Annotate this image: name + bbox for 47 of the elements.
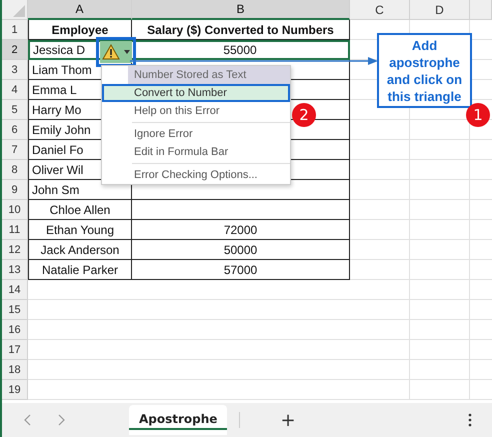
table-cell: Natalie Parker	[28, 260, 132, 280]
row-header[interactable]: 3	[2, 60, 28, 80]
more-icon[interactable]	[468, 413, 472, 427]
column-header[interactable]: D	[410, 0, 470, 20]
row-header[interactable]: 17	[2, 340, 28, 360]
row-header[interactable]: 10	[2, 200, 28, 220]
caret-icon	[124, 50, 130, 54]
table-cell: Jack Anderson	[28, 240, 132, 260]
table-cell: Ethan Young	[28, 220, 132, 240]
row-header[interactable]: 5	[2, 100, 28, 120]
select-all-icon[interactable]	[13, 5, 25, 17]
row-header[interactable]: 18	[2, 360, 28, 380]
row-header[interactable]: 15	[2, 300, 28, 320]
next-sheet-icon[interactable]	[57, 414, 65, 426]
column-header[interactable]: A	[28, 0, 132, 20]
previous-sheet-icon[interactable]	[24, 414, 32, 426]
table-cell: 72000	[132, 220, 350, 240]
table-cell: 55000	[132, 40, 350, 60]
column-header[interactable]: B	[132, 0, 350, 20]
row-header[interactable]: 16	[2, 320, 28, 340]
add-sheet-button[interactable]: +	[276, 410, 300, 430]
menu-item[interactable]: Convert to Number	[102, 84, 290, 102]
row-header[interactable]: 12	[2, 240, 28, 260]
row-header[interactable]: 2	[2, 40, 28, 60]
row-header[interactable]: 6	[2, 120, 28, 140]
row-header[interactable]: 11	[2, 220, 28, 240]
row-header[interactable]: 7	[2, 140, 28, 160]
menu-heading: Number Stored as Text	[128, 66, 290, 84]
row-header[interactable]: 4	[2, 80, 28, 100]
warning-icon	[102, 44, 120, 60]
row-header[interactable]: 13	[2, 260, 28, 280]
sheet-tab[interactable]: Apostrophe	[129, 405, 228, 435]
row-header[interactable]: 9	[2, 180, 28, 200]
callout-note: Add apostrophe and click on this triangle	[377, 33, 472, 108]
column-header[interactable]	[470, 0, 492, 20]
table-cell: Salary ($) Converted to Numbers	[132, 20, 350, 40]
table-cell: 57000	[132, 260, 350, 280]
row-header[interactable]: 14	[2, 280, 28, 300]
step-badge: 2	[292, 103, 316, 127]
error-options-button[interactable]	[100, 41, 132, 63]
row-header[interactable]: 8	[2, 160, 28, 180]
table-cell: Chloe Allen	[28, 200, 132, 220]
row-header[interactable]: 19	[2, 380, 28, 400]
column-header[interactable]: C	[350, 0, 410, 20]
step-badge: 1	[466, 103, 490, 127]
table-cell: 50000	[132, 240, 350, 260]
row-header[interactable]: 1	[2, 20, 28, 40]
